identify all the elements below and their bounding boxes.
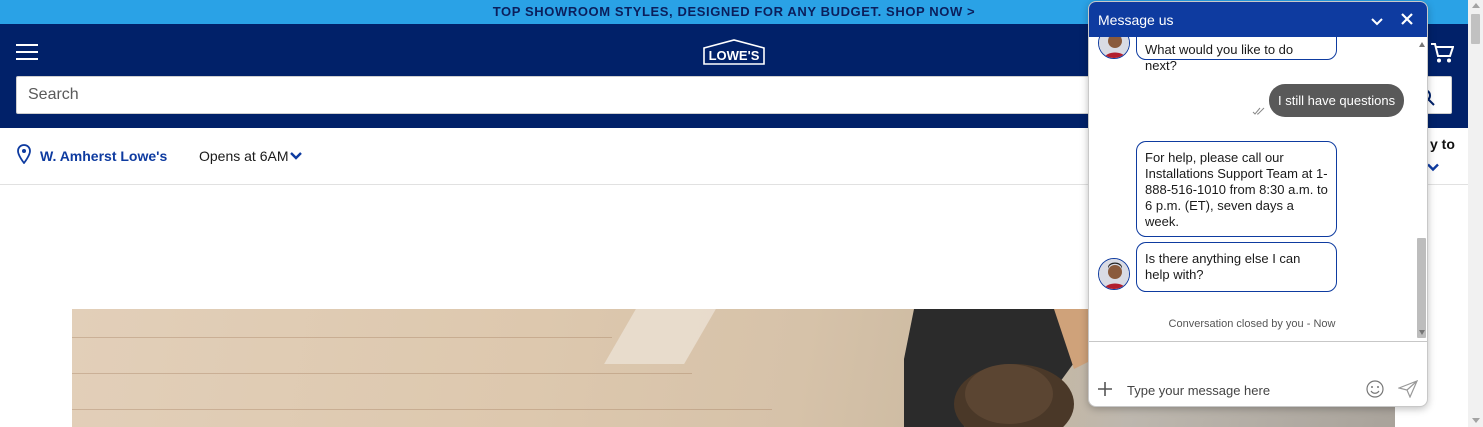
chat-scroll-up-arrow[interactable] bbox=[1419, 42, 1425, 47]
location-pin-icon[interactable] bbox=[17, 144, 31, 165]
chat-composer bbox=[1089, 342, 1427, 406]
delivery-chevron-icon[interactable] bbox=[1427, 159, 1439, 172]
menu-icon[interactable] bbox=[16, 44, 38, 60]
cart-icon[interactable] bbox=[1430, 42, 1455, 64]
plus-icon[interactable] bbox=[1098, 382, 1112, 396]
conversation-status: Conversation closed by you - Now bbox=[1168, 318, 1336, 330]
agent-message: What would you like to do next? bbox=[1136, 37, 1337, 73]
scroll-down-arrow[interactable] bbox=[1472, 418, 1480, 423]
close-icon[interactable] bbox=[1400, 12, 1414, 26]
read-receipt-icon bbox=[1252, 102, 1266, 115]
agent-avatar bbox=[1098, 258, 1130, 290]
chevron-down-icon[interactable] bbox=[290, 148, 302, 160]
send-icon[interactable] bbox=[1397, 379, 1419, 399]
chat-widget: Message us What would you like to do nex… bbox=[1088, 1, 1428, 407]
logo-text: LOWE'S bbox=[709, 48, 760, 63]
chat-transcript[interactable]: What would you like to do next? I still … bbox=[1089, 37, 1427, 341]
minimize-icon[interactable] bbox=[1370, 14, 1384, 26]
chat-scroll-down-arrow[interactable] bbox=[1419, 330, 1425, 335]
chat-scroll-thumb[interactable] bbox=[1417, 238, 1426, 338]
store-hours[interactable]: Opens at 6AM bbox=[199, 148, 289, 164]
store-name-link[interactable]: W. Amherst Lowe's bbox=[40, 148, 167, 164]
floor-plank bbox=[604, 309, 716, 364]
scroll-up-arrow[interactable] bbox=[1472, 3, 1480, 8]
agent-avatar bbox=[1098, 37, 1130, 59]
chat-header: Message us bbox=[1089, 2, 1427, 37]
chat-message-input[interactable] bbox=[1127, 380, 1357, 400]
chat-scrollbar[interactable] bbox=[1416, 37, 1427, 341]
user-message: I still have questions bbox=[1269, 84, 1405, 117]
agent-message: Is there anything else I can help with? bbox=[1136, 242, 1337, 292]
lowes-logo[interactable]: LOWE'S bbox=[702, 38, 766, 66]
scroll-thumb[interactable] bbox=[1471, 14, 1480, 44]
emoji-icon[interactable] bbox=[1366, 380, 1384, 398]
page-scrollbar[interactable] bbox=[1468, 0, 1483, 427]
chat-title: Message us bbox=[1098, 12, 1174, 28]
agent-message: For help, please call our Installations … bbox=[1136, 141, 1337, 237]
delivery-zip-label[interactable]: y to bbox=[1430, 136, 1455, 152]
